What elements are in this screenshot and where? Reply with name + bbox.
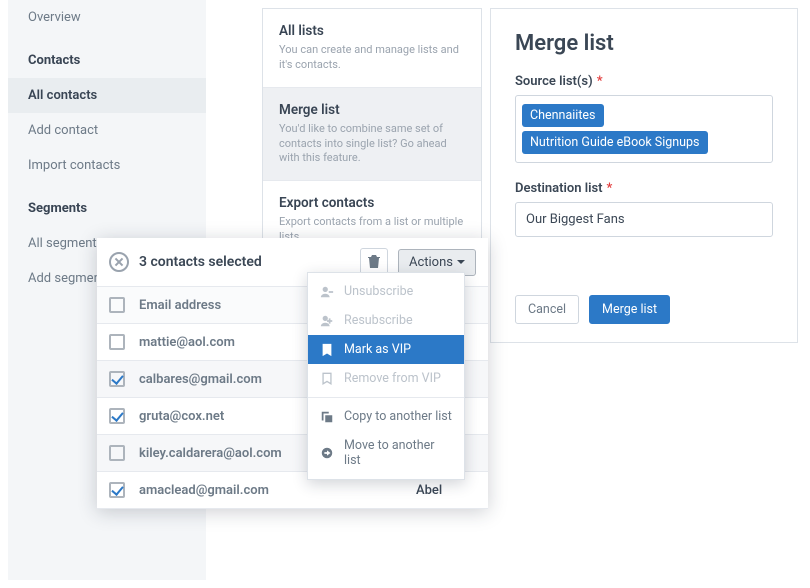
dropdown-item-label: Resubscribe	[344, 313, 413, 328]
lists-panel-all-lists[interactable]: All lists You can create and manage list…	[263, 9, 481, 88]
chevron-down-icon	[457, 260, 465, 264]
row-checkbox[interactable]	[109, 334, 125, 350]
bookmark-icon	[320, 343, 334, 357]
sidebar-item-all-contacts[interactable]: All contacts	[8, 78, 206, 113]
dropdown-item-label: Unsubscribe	[344, 284, 413, 299]
panel-item-title: All lists	[279, 23, 465, 39]
row-checkbox[interactable]	[109, 408, 125, 424]
dropdown-item-copy-to-another-list[interactable]: Copy to another list	[308, 402, 464, 431]
destination-list-input[interactable]	[515, 202, 773, 237]
dropdown-item-label: Move to another list	[344, 438, 452, 468]
user-plus-icon	[320, 314, 334, 328]
dropdown-item-mark-as-vip[interactable]: Mark as VIP	[308, 335, 464, 364]
dropdown-item-remove-from-vip: Remove from VIP	[308, 364, 464, 393]
dropdown-item-move-to-another-list[interactable]: Move to another list	[308, 431, 464, 475]
destination-list-label: Destination list*	[515, 181, 773, 196]
arrow-right-icon	[320, 446, 334, 460]
copy-icon	[320, 410, 334, 424]
sidebar-item-import-contacts[interactable]: Import contacts	[8, 148, 206, 183]
dropdown-item-label: Remove from VIP	[344, 371, 441, 386]
close-icon[interactable]	[109, 252, 129, 272]
sidebar-header-segments: Segments	[8, 183, 206, 226]
row-checkbox[interactable]	[109, 445, 125, 461]
row-email: amaclead@gmail.com	[139, 483, 416, 498]
source-list-label: Source list(s)*	[515, 74, 773, 89]
lists-panel: All lists You can create and manage list…	[262, 8, 482, 261]
panel-item-title: Export contacts	[279, 195, 465, 211]
dropdown-item-label: Mark as VIP	[344, 342, 411, 357]
sidebar-header-contacts: Contacts	[8, 35, 206, 78]
row-checkbox[interactable]	[109, 482, 125, 498]
merge-list-button[interactable]: Merge list	[589, 295, 670, 324]
panel-item-title: Merge list	[279, 102, 465, 118]
sidebar-item-add-contact[interactable]: Add contact	[8, 113, 206, 148]
bookmark-o-icon	[320, 372, 334, 386]
selection-count: 3 contacts selected	[139, 254, 350, 270]
source-tag[interactable]: Chennaiites	[522, 104, 604, 127]
panel-item-desc: You can create and manage lists and it's…	[279, 43, 465, 73]
select-all-checkbox[interactable]	[109, 297, 125, 313]
source-tag[interactable]: Nutrition Guide eBook Signups	[522, 131, 708, 154]
dropdown-divider	[308, 397, 464, 398]
merge-list-card: Merge list Source list(s)* Chennaiites N…	[490, 8, 798, 343]
row-checkbox[interactable]	[109, 371, 125, 387]
row-name: Abel	[416, 483, 476, 498]
user-minus-icon	[320, 285, 334, 299]
cancel-button[interactable]: Cancel	[515, 295, 579, 324]
actions-dropdown-menu: Unsubscribe Resubscribe Mark as VIP Remove …	[307, 272, 465, 480]
panel-item-desc: You'd like to combine same set of contac…	[279, 122, 465, 167]
trash-icon	[368, 255, 380, 269]
dropdown-item-resubscribe: Resubscribe	[308, 306, 464, 335]
merge-title: Merge list	[515, 31, 773, 56]
sidebar-item-overview[interactable]: Overview	[8, 0, 206, 35]
dropdown-item-unsubscribe: Unsubscribe	[308, 277, 464, 306]
lists-panel-merge-list[interactable]: Merge list You'd like to combine same se…	[263, 88, 481, 182]
dropdown-item-label: Copy to another list	[344, 409, 452, 424]
source-list-input[interactable]: Chennaiites Nutrition Guide eBook Signup…	[515, 95, 773, 163]
